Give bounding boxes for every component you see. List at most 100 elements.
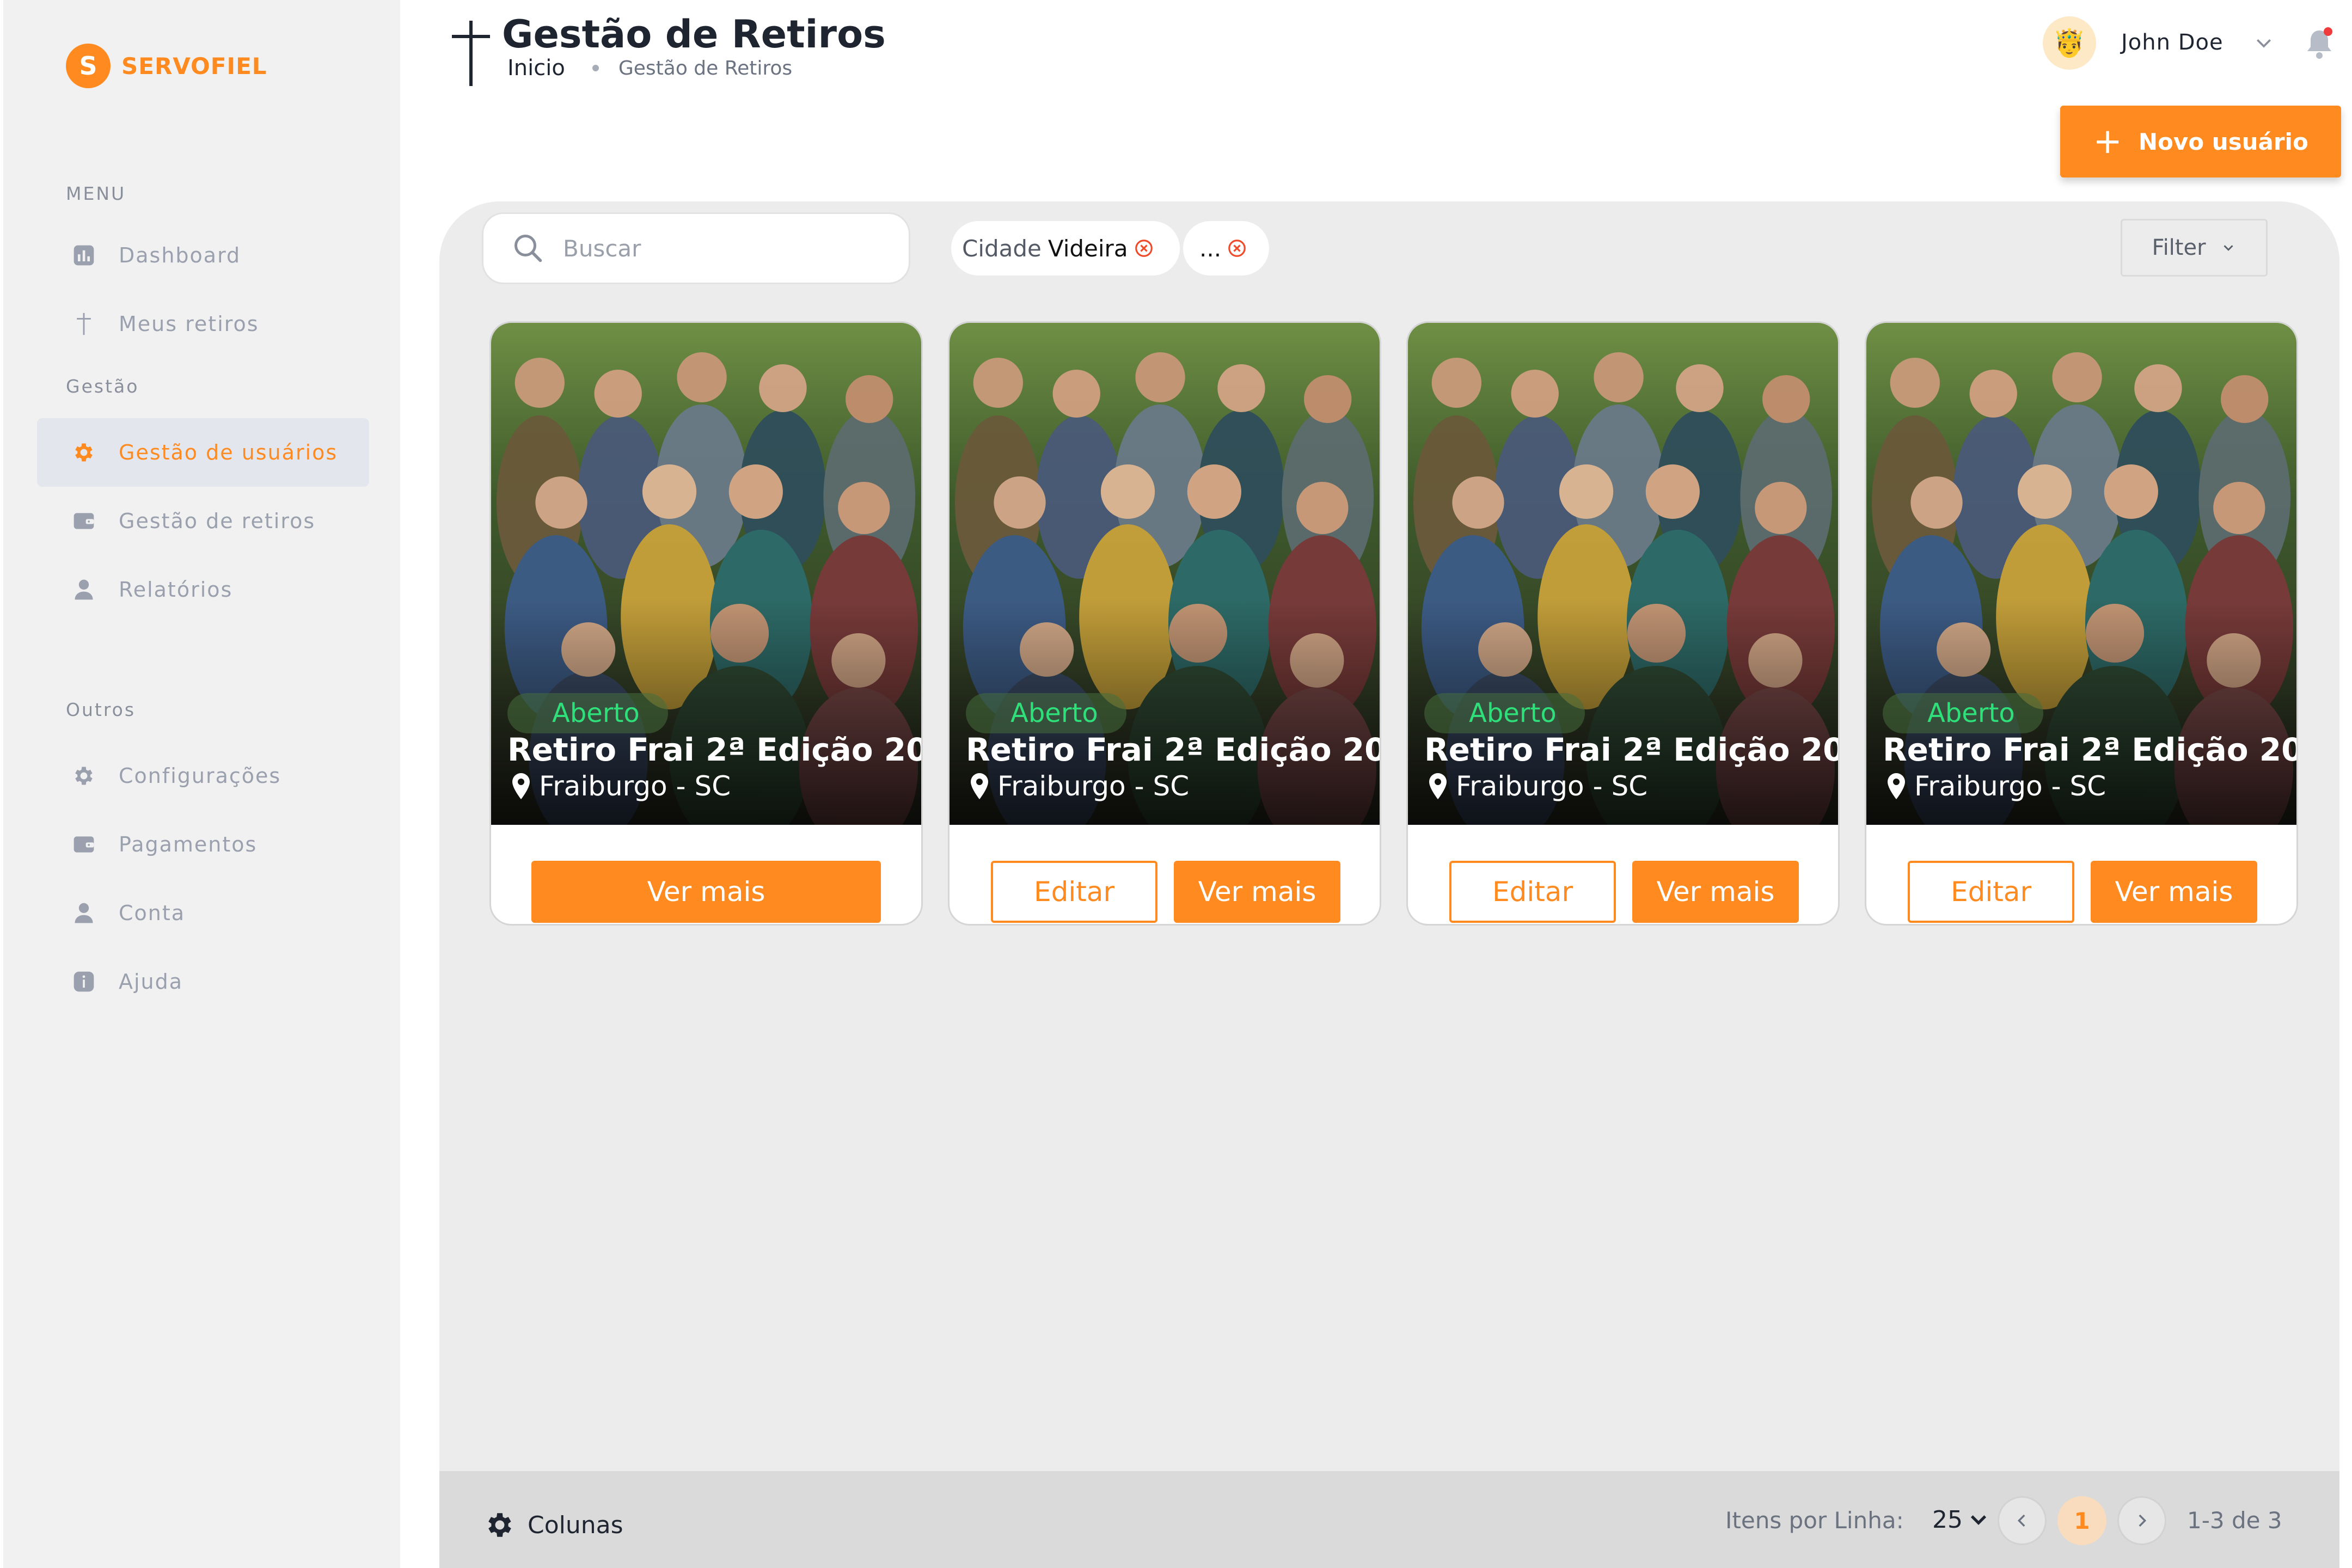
filter-button[interactable]: Filter — [2121, 219, 2268, 277]
card-location: Fraiburgo - SC — [1887, 770, 2106, 802]
edit-button[interactable]: Editar — [991, 861, 1157, 923]
sidebar: S SERVOFIEL MENU Dashboard Meus retiros … — [3, 0, 400, 1568]
card-title: Retiro Frai 2ª Edição 2025 — [1883, 731, 2296, 768]
view-more-button[interactable]: Ver mais — [2091, 861, 2257, 923]
section-label-menu: MENU — [66, 183, 126, 204]
cross-icon — [452, 21, 490, 86]
sidebar-item-conta[interactable]: Conta — [37, 879, 369, 947]
chevron-left-icon — [2017, 1514, 2025, 1527]
card-location-text: Fraiburgo - SC — [1914, 770, 2106, 802]
card-title: Retiro Frai 2ª Edição 2025 — [507, 731, 921, 768]
sidebar-item-label: Conta — [119, 901, 186, 925]
status-badge: Aberto — [1424, 693, 1585, 733]
status-badge: Aberto — [966, 693, 1126, 733]
items-per-line-value: 25 — [1932, 1506, 1963, 1534]
map-pin-icon — [1888, 773, 1905, 799]
edit-button[interactable]: Editar — [1449, 861, 1616, 923]
breadcrumb-home[interactable]: Inicio — [507, 56, 565, 81]
items-per-line-select[interactable]: 25 — [1932, 1506, 1990, 1534]
card-location: Fraiburgo - SC — [1429, 770, 1647, 802]
new-user-label: Novo usuário — [2138, 128, 2308, 155]
chevron-right-icon — [2139, 1514, 2147, 1527]
sidebar-item-meus-retiros[interactable]: Meus retiros — [37, 290, 369, 358]
section-label-outros: Outros — [66, 699, 136, 720]
sidebar-item-label: Pagamentos — [119, 832, 258, 856]
chevron-down-icon — [1970, 1515, 1987, 1525]
logo-badge: S — [66, 44, 111, 88]
retreat-card[interactable]: Aberto Retiro Frai 2ª Edição 2025 Fraibu… — [1406, 321, 1840, 926]
items-per-line-label: Itens por Linha: — [1725, 1507, 1904, 1534]
card-title: Retiro Frai 2ª Edição 2025 — [1424, 731, 1838, 768]
retreat-card[interactable]: Aberto Retiro Frai 2ª Edição 2025 Fraibu… — [1865, 321, 2298, 926]
sidebar-item-dashboard[interactable]: Dashboard — [37, 221, 369, 290]
sidebar-item-relatorios[interactable]: Relatórios — [37, 555, 369, 624]
notification-dot — [2324, 27, 2332, 36]
card-location-text: Fraiburgo - SC — [1456, 770, 1648, 802]
close-icon[interactable] — [1227, 238, 1247, 259]
search-input[interactable]: Buscar — [482, 212, 910, 284]
filter-chip-value: Videira — [1048, 235, 1128, 262]
chevron-down-icon — [2223, 245, 2233, 251]
filter-chip-more[interactable]: ... — [1183, 221, 1269, 275]
new-user-button[interactable]: + Novo usuário — [2060, 106, 2341, 177]
view-more-button[interactable]: Ver mais — [1174, 861, 1340, 923]
card-location: Fraiburgo - SC — [970, 770, 1189, 802]
filter-chip-cidade[interactable]: Cidade Videira — [951, 221, 1180, 275]
view-more-button[interactable]: Ver mais — [1632, 861, 1799, 923]
wallet-icon — [72, 509, 96, 533]
current-page[interactable]: 1 — [2057, 1496, 2106, 1545]
breadcrumb-separator — [592, 65, 599, 71]
filter-chip-value: ... — [1199, 235, 1222, 262]
sidebar-item-pagamentos[interactable]: Pagamentos — [37, 810, 369, 879]
cross-icon — [72, 312, 96, 336]
retreats-panel: Buscar Cidade Videira ... Filter Aberto … — [439, 201, 2339, 1568]
status-badge: Aberto — [507, 693, 668, 733]
card-title: Retiro Frai 2ª Edição 2025 — [966, 731, 1380, 768]
search-icon — [514, 235, 542, 262]
gear-icon — [72, 440, 96, 464]
plus-icon: + — [2093, 121, 2122, 162]
close-icon[interactable] — [1134, 238, 1154, 259]
status-badge: Aberto — [1883, 693, 2043, 733]
wallet-icon — [72, 832, 96, 856]
map-pin-icon — [512, 773, 530, 799]
retreat-card[interactable]: Aberto Retiro Frai 2ª Edição 2025 Fraibu… — [489, 321, 923, 926]
sidebar-item-gestao-usuarios[interactable]: Gestão de usuários — [37, 418, 369, 487]
section-label-gestao: Gestão — [66, 376, 139, 397]
sidebar-item-gestao-retiros[interactable]: Gestão de retiros — [37, 487, 369, 555]
page-range: 1-3 de 3 — [2187, 1507, 2282, 1534]
gear-icon — [488, 1513, 511, 1537]
columns-button[interactable]: Colunas — [484, 1509, 623, 1541]
user-icon — [72, 578, 96, 602]
filter-label: Filter — [2152, 235, 2206, 260]
map-pin-icon — [1429, 773, 1447, 799]
sidebar-item-label: Relatórios — [119, 578, 233, 602]
sidebar-item-label: Gestão de usuários — [119, 440, 338, 464]
prev-page-button[interactable] — [1998, 1496, 2047, 1545]
sidebar-item-label: Configurações — [119, 764, 281, 788]
bell-icon[interactable] — [2304, 26, 2335, 61]
edit-button[interactable]: Editar — [1908, 861, 2074, 923]
sidebar-item-label: Ajuda — [119, 970, 183, 994]
user-icon — [72, 901, 96, 925]
avatar[interactable]: 🤴 — [2043, 16, 2096, 70]
next-page-button[interactable] — [2117, 1496, 2166, 1545]
card-location-text: Fraiburgo - SC — [539, 770, 731, 802]
info-icon — [72, 970, 96, 994]
sidebar-item-label: Gestão de retiros — [119, 509, 316, 533]
map-pin-icon — [971, 773, 988, 799]
card-location: Fraiburgo - SC — [512, 770, 731, 802]
chevron-down-icon[interactable] — [2253, 33, 2275, 54]
brand-logo[interactable]: S SERVOFIEL — [66, 44, 267, 88]
retreat-card[interactable]: Aberto Retiro Frai 2ª Edição 2025 Fraibu… — [948, 321, 1381, 926]
view-more-button[interactable]: Ver mais — [531, 861, 881, 923]
bar-chart-icon — [72, 243, 96, 267]
gear-icon — [72, 764, 96, 788]
user-name[interactable]: John Doe — [2121, 30, 2224, 55]
breadcrumb-current: Gestão de Retiros — [618, 57, 793, 79]
sidebar-item-ajuda[interactable]: Ajuda — [37, 947, 369, 1016]
filter-chip-key: Cidade — [962, 235, 1042, 262]
sidebar-item-label: Dashboard — [119, 243, 241, 267]
sidebar-item-configuracoes[interactable]: Configurações — [37, 742, 369, 810]
page-title: Gestão de Retiros — [502, 12, 886, 57]
